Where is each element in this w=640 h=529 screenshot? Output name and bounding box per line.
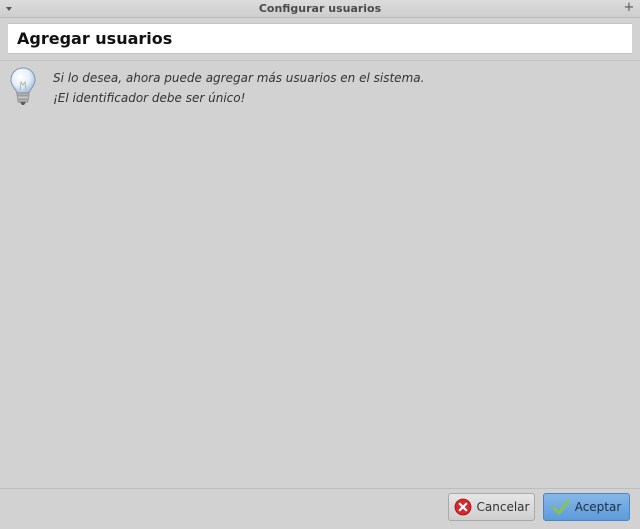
title-bar[interactable]: Configurar usuarios +: [0, 0, 640, 18]
info-line-2: ¡El identificador debe ser único!: [53, 91, 246, 105]
cancel-button-label: Cancelar: [476, 500, 530, 514]
checkmark-icon: [552, 499, 570, 515]
lightbulb-icon: [10, 67, 36, 105]
accept-button-label: Aceptar: [574, 500, 622, 514]
page-title: Agregar usuarios: [17, 29, 173, 48]
cancel-circle-icon: [454, 498, 471, 516]
divider: [0, 60, 640, 61]
cancel-button[interactable]: Cancelar: [448, 493, 535, 521]
window-title: Configurar usuarios: [258, 2, 382, 15]
plus-icon[interactable]: +: [623, 1, 635, 15]
page-header: Agregar usuarios: [8, 23, 632, 54]
info-message: Si lo desea, ahora puede agregar más usu…: [53, 68, 424, 108]
info-line-1: Si lo desea, ahora puede agregar más usu…: [53, 71, 425, 85]
accept-button[interactable]: Aceptar: [543, 493, 630, 521]
divider: [0, 488, 640, 489]
dialog-window: Configurar usuarios + Agregar usuarios S…: [0, 0, 640, 529]
